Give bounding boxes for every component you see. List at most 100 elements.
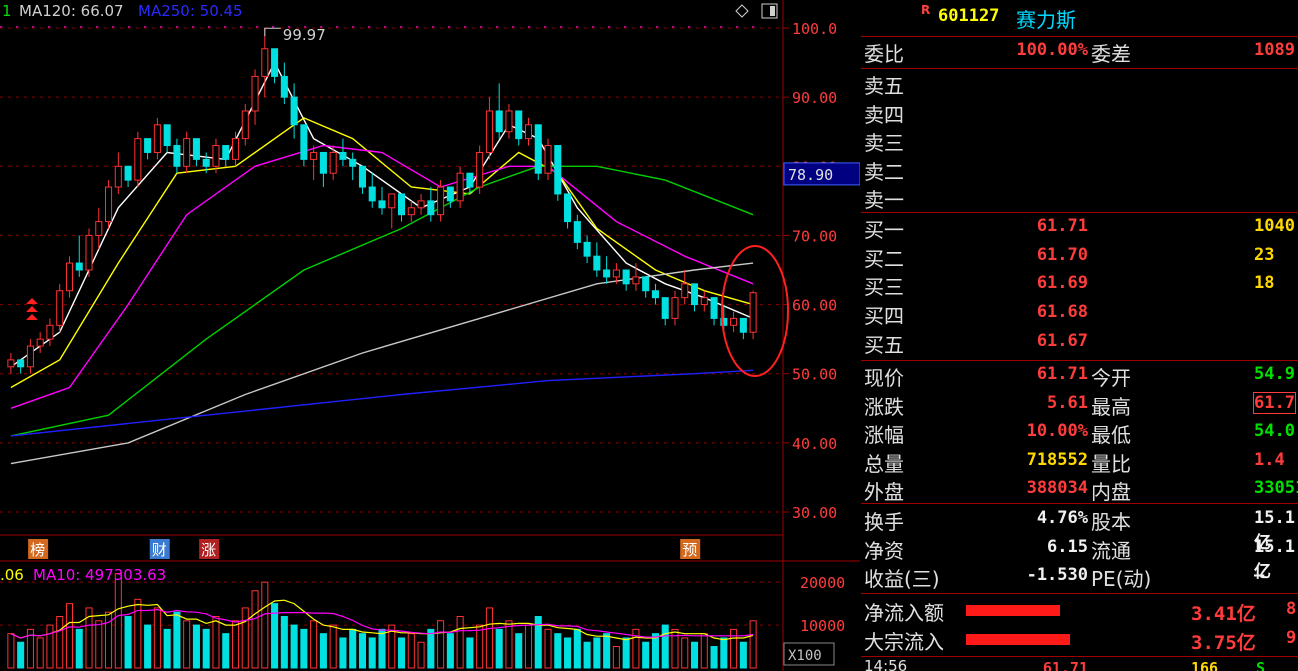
volume-bar	[407, 633, 415, 669]
flow-extra: 8	[1286, 599, 1297, 619]
volume-bar	[622, 637, 630, 669]
volume-bar	[124, 616, 132, 669]
candle	[271, 48, 279, 77]
volume-bar	[261, 581, 269, 669]
volume-bar	[46, 624, 54, 669]
fundamental-row: 收益(三) -1.530 PE(动) —	[861, 563, 1298, 591]
volume-bar	[710, 646, 718, 669]
volume-bar	[720, 637, 728, 669]
weicha-value: 1089	[1254, 40, 1295, 60]
price-axis: 100.090.0080.0070.0060.0050.0040.0030.00…	[783, 20, 860, 666]
candle	[437, 186, 445, 216]
volume-ma10-legend: MA10: 497303.63	[33, 566, 166, 584]
candle	[642, 276, 650, 292]
price-tick-label: 70.00	[792, 227, 837, 245]
stat-label-2: 内盘	[1091, 480, 1131, 504]
candle	[583, 241, 591, 257]
flow-value: 3.75亿	[1191, 631, 1256, 654]
candle	[231, 138, 240, 160]
volume-bar	[153, 607, 161, 669]
bid-row: 买四 61.68	[861, 300, 1298, 328]
stat-label-2: 今开	[1091, 366, 1131, 390]
fundamental-label-2: 股本	[1091, 510, 1131, 534]
candle	[290, 96, 298, 126]
volume-bar	[661, 624, 669, 669]
volume-legend-prefix: .06	[0, 566, 24, 584]
candle	[36, 338, 44, 347]
bid-label: 买二	[864, 246, 904, 271]
volume-bar	[524, 624, 533, 669]
ask-label: 卖一	[864, 188, 904, 212]
volume-bar	[56, 616, 64, 669]
candlestick-chart[interactable]: 100.090.0080.0070.0060.0050.0040.0030.00…	[0, 0, 860, 671]
event-tag-text: 榜	[30, 541, 45, 559]
flow-extra: 9	[1286, 627, 1297, 648]
candle	[661, 297, 669, 319]
quote-panel: R 601127 赛力斯 委比 100.00% 委差 1089 卖五 卖四 卖三 卖二…	[861, 0, 1298, 671]
candle	[183, 138, 191, 167]
candle	[222, 145, 230, 160]
fundamental-value: 4.76%	[1036, 508, 1088, 528]
ma-legend-prefix: 1	[2, 2, 12, 20]
volume-bar	[730, 628, 738, 669]
flow-row: 大宗流入 3.75亿 9	[861, 626, 1298, 654]
volume-bar	[163, 628, 171, 669]
candle	[544, 145, 552, 174]
stock-name[interactable]: 赛力斯	[1016, 4, 1076, 33]
volume-bar	[564, 637, 572, 669]
candle	[319, 151, 327, 174]
stock-code[interactable]: 601127	[938, 6, 999, 26]
volume-bar	[700, 633, 708, 669]
stat-value: 5.61	[1047, 392, 1088, 413]
candle	[300, 124, 308, 160]
event-tag-text: 财	[152, 541, 167, 559]
stat-value: 10.00%	[1026, 421, 1088, 441]
market-tag: R	[921, 3, 931, 17]
volume-bar	[427, 628, 435, 669]
volume-bar	[7, 633, 15, 669]
diamond-icon[interactable]	[735, 4, 749, 18]
candle	[105, 186, 113, 223]
stat-label: 现价	[864, 366, 904, 390]
candle	[593, 255, 601, 271]
ma250-legend: MA250: 50.45	[138, 2, 243, 20]
volume-bar	[202, 628, 210, 669]
candle	[56, 290, 64, 326]
volume-bar	[603, 633, 611, 669]
volume-bar	[612, 646, 620, 669]
bid-label: 买三	[864, 275, 904, 300]
candle	[485, 110, 493, 153]
volume-bar	[280, 616, 288, 669]
ask-row: 卖五	[861, 70, 1298, 98]
tick-row: 14:56 61.71 166 S	[864, 657, 1266, 671]
candle	[95, 221, 103, 236]
volume-bar	[114, 573, 122, 669]
candle	[476, 151, 484, 188]
stat-value: 61.71	[1036, 364, 1088, 384]
candle	[280, 75, 288, 98]
volume-bar	[642, 641, 650, 669]
fundamental-value-2: —	[1254, 565, 1265, 585]
candle	[368, 186, 376, 202]
volume-ma5-line	[10, 599, 754, 641]
moving-average-lines	[10, 61, 754, 465]
volume-bar	[476, 624, 484, 669]
candle	[349, 158, 357, 167]
stock-header: R 601127 赛力斯	[861, 0, 1298, 37]
candle	[739, 317, 747, 333]
candle	[749, 292, 757, 333]
candles	[7, 28, 757, 374]
candle	[144, 138, 152, 153]
volume-bar	[573, 628, 581, 669]
stat-value-2: 33051	[1254, 478, 1298, 498]
candle	[398, 193, 406, 216]
candle	[495, 110, 503, 133]
volume-bar	[65, 603, 74, 669]
ask-label: 卖四	[864, 102, 904, 127]
volume-bar	[554, 633, 562, 669]
candle	[134, 138, 142, 181]
ask-label: 卖五	[864, 74, 904, 98]
volume-bar	[749, 620, 757, 669]
fundamental-label-2: PE(动)	[1091, 567, 1152, 591]
fundamental-label: 换手	[864, 510, 904, 534]
